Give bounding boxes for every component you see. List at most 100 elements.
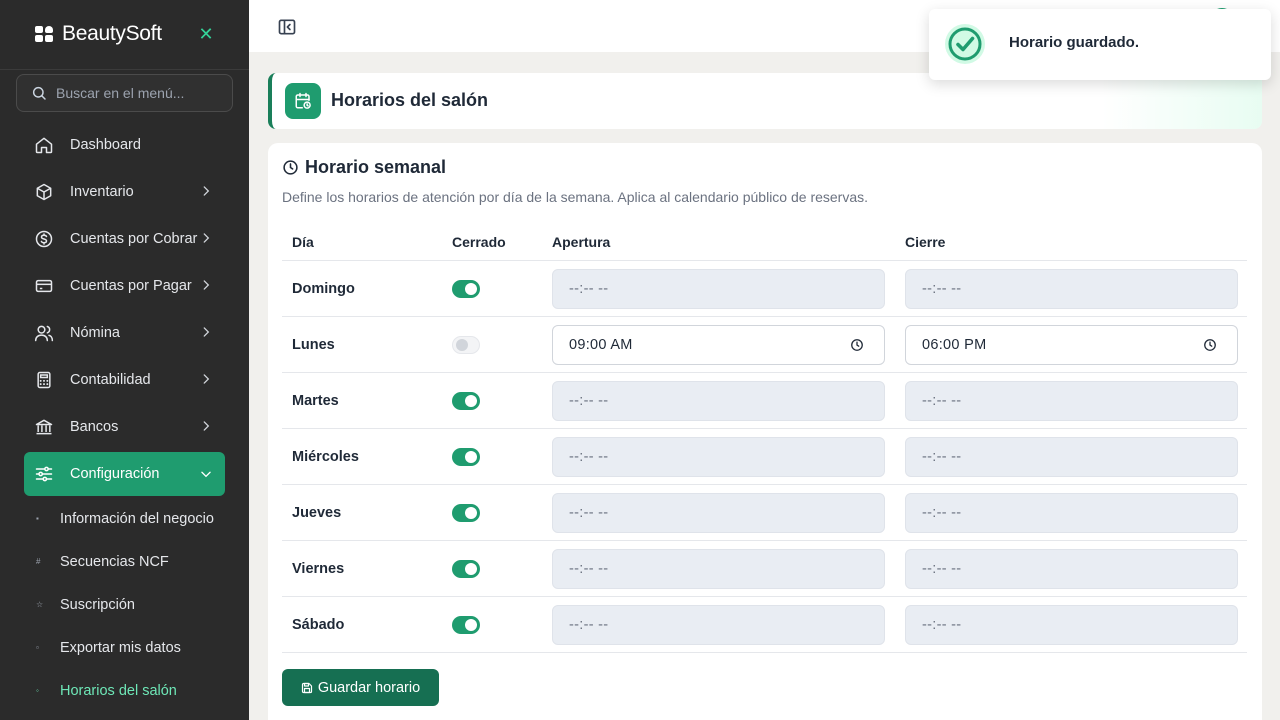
- sidebar-item-nomina[interactable]: Nómina: [24, 312, 225, 354]
- closed-toggle[interactable]: [452, 280, 480, 298]
- sidebar-subitem-label: Suscripción: [60, 597, 135, 613]
- hash-icon: #: [36, 557, 41, 566]
- time-value: 09:00 AM: [569, 337, 633, 353]
- closed-toggle[interactable]: [452, 392, 480, 410]
- time-value: --:-- --: [922, 449, 962, 465]
- opening-time-input[interactable]: --:-- --: [552, 269, 885, 309]
- time-value: --:-- --: [922, 281, 962, 297]
- sidebar-item-inventario[interactable]: Inventario: [24, 171, 225, 213]
- sidebar-subitem-informacion-negocio[interactable]: ▪ Información del negocio: [36, 504, 214, 534]
- closing-time-input[interactable]: --:-- --: [905, 549, 1238, 589]
- sidebar-subitem-horarios-salon[interactable]: ◦ Horarios del salón: [36, 676, 177, 706]
- table-row: Domingo --:-- -- --:-- --: [282, 261, 1247, 317]
- database-icon: ▫: [36, 643, 39, 652]
- closed-toggle[interactable]: [452, 336, 480, 354]
- day-name: Miércoles: [292, 449, 359, 465]
- day-name: Viernes: [292, 561, 345, 577]
- time-value: 06:00 PM: [922, 337, 987, 353]
- sidebar-item-label: Inventario: [70, 184, 134, 200]
- save-schedule-button[interactable]: Guardar horario: [282, 669, 439, 706]
- sidebar-item-bancos[interactable]: Bancos: [24, 406, 225, 448]
- sidebar-item-label: Bancos: [70, 419, 119, 435]
- day-name: Sábado: [292, 617, 345, 633]
- page-title: Horarios del salón: [331, 90, 489, 110]
- star-icon: ☆: [36, 600, 44, 609]
- clock-icon: ◦: [36, 686, 39, 695]
- menu-search: [16, 74, 233, 112]
- time-value: --:-- --: [922, 561, 962, 577]
- sidebar-item-configuracion[interactable]: Configuración: [24, 452, 225, 496]
- closed-toggle[interactable]: [452, 616, 480, 634]
- column-header-day: Día: [292, 234, 314, 250]
- closing-time-input[interactable]: --:-- --: [905, 437, 1238, 477]
- time-value: --:-- --: [569, 617, 609, 633]
- weekly-schedule-card: Horario semanal Define los horarios de a…: [268, 143, 1262, 720]
- sidebar-item-label: Configuración: [70, 466, 160, 482]
- card-description: Define los horarios de atención por día …: [282, 189, 869, 205]
- chevron-down-icon: [201, 471, 211, 478]
- opening-time-input[interactable]: --:-- --: [552, 493, 885, 533]
- sidebar-subitem-label: Secuencias NCF: [60, 554, 169, 570]
- closing-time-input[interactable]: --:-- --: [905, 493, 1238, 533]
- table-row: Martes --:-- -- --:-- --: [282, 373, 1247, 429]
- time-value: --:-- --: [569, 393, 609, 409]
- clock-icon[interactable]: [1203, 338, 1217, 352]
- opening-time-input[interactable]: --:-- --: [552, 381, 885, 421]
- closing-time-input[interactable]: --:-- --: [905, 269, 1238, 309]
- table-row: Miércoles --:-- -- --:-- --: [282, 429, 1247, 485]
- opening-time-input[interactable]: --:-- --: [552, 605, 885, 645]
- check-circle-icon: [945, 24, 985, 64]
- opening-time-input[interactable]: --:-- --: [552, 549, 885, 589]
- sidebar-item-contabilidad[interactable]: Contabilidad: [24, 359, 225, 401]
- closing-time-input[interactable]: --:-- --: [905, 605, 1238, 645]
- calculator-icon: [34, 370, 54, 390]
- sidebar-toggle-icon[interactable]: [277, 17, 297, 37]
- time-value: --:-- --: [922, 505, 962, 521]
- day-name: Jueves: [292, 505, 342, 521]
- time-value: --:-- --: [922, 617, 962, 633]
- menu-search-input[interactable]: [56, 85, 216, 101]
- closing-time-input[interactable]: 06:00 PM: [905, 325, 1238, 365]
- clock-icon: [283, 160, 298, 175]
- time-value: --:-- --: [569, 561, 609, 577]
- bullet-icon: ▪: [36, 514, 39, 523]
- sidebar-subitem-suscripcion[interactable]: ☆ Suscripción: [36, 590, 135, 620]
- sidebar-item-cuentas-por-cobrar[interactable]: Cuentas por Cobrar: [24, 218, 225, 260]
- chevron-right-icon: [203, 186, 210, 196]
- credit-card-icon: [34, 276, 54, 296]
- sidebar-subitem-secuencias-ncf[interactable]: # Secuencias NCF: [36, 547, 169, 577]
- time-value: --:-- --: [569, 281, 609, 297]
- sliders-icon: [34, 464, 54, 484]
- sidebar-subitem-exportar-datos[interactable]: ▫ Exportar mis datos: [36, 633, 181, 663]
- clock-icon[interactable]: [850, 338, 864, 352]
- table-row: Lunes 09:00 AM 06:00 PM: [282, 317, 1247, 373]
- opening-time-input[interactable]: --:-- --: [552, 437, 885, 477]
- time-value: --:-- --: [569, 449, 609, 465]
- brand-name: BeautySoft: [62, 22, 162, 45]
- users-icon: [34, 323, 54, 343]
- sidebar-item-cuentas-por-pagar[interactable]: Cuentas por Pagar: [24, 265, 225, 307]
- sidebar-item-dashboard[interactable]: Dashboard: [24, 124, 225, 166]
- day-name: Domingo: [292, 281, 355, 297]
- toast-message: Horario guardado.: [1009, 34, 1140, 51]
- close-sidebar-icon[interactable]: ✕: [196, 24, 216, 44]
- opening-time-input[interactable]: 09:00 AM: [552, 325, 885, 365]
- chevron-right-icon: [203, 280, 210, 290]
- brand-logo-icon: [35, 26, 54, 42]
- day-name: Lunes: [292, 337, 335, 353]
- sidebar-item-label: Contabilidad: [70, 372, 151, 388]
- closed-toggle[interactable]: [452, 560, 480, 578]
- time-value: --:-- --: [569, 505, 609, 521]
- column-header-close: Cierre: [905, 234, 946, 250]
- chevron-right-icon: [203, 421, 210, 431]
- sidebar-subitem-label: Horarios del salón: [60, 683, 177, 699]
- closed-toggle[interactable]: [452, 448, 480, 466]
- closed-toggle[interactable]: [452, 504, 480, 522]
- save-button-label: Guardar horario: [317, 679, 421, 696]
- sidebar: BeautySoft ✕ Dashboard Inventario Cuenta…: [0, 0, 249, 720]
- success-toast[interactable]: Horario guardado.: [929, 9, 1271, 80]
- card-title-text: Horario semanal: [305, 157, 447, 177]
- column-header-open: Apertura: [552, 234, 611, 250]
- closing-time-input[interactable]: --:-- --: [905, 381, 1238, 421]
- brand[interactable]: BeautySoft: [35, 20, 162, 48]
